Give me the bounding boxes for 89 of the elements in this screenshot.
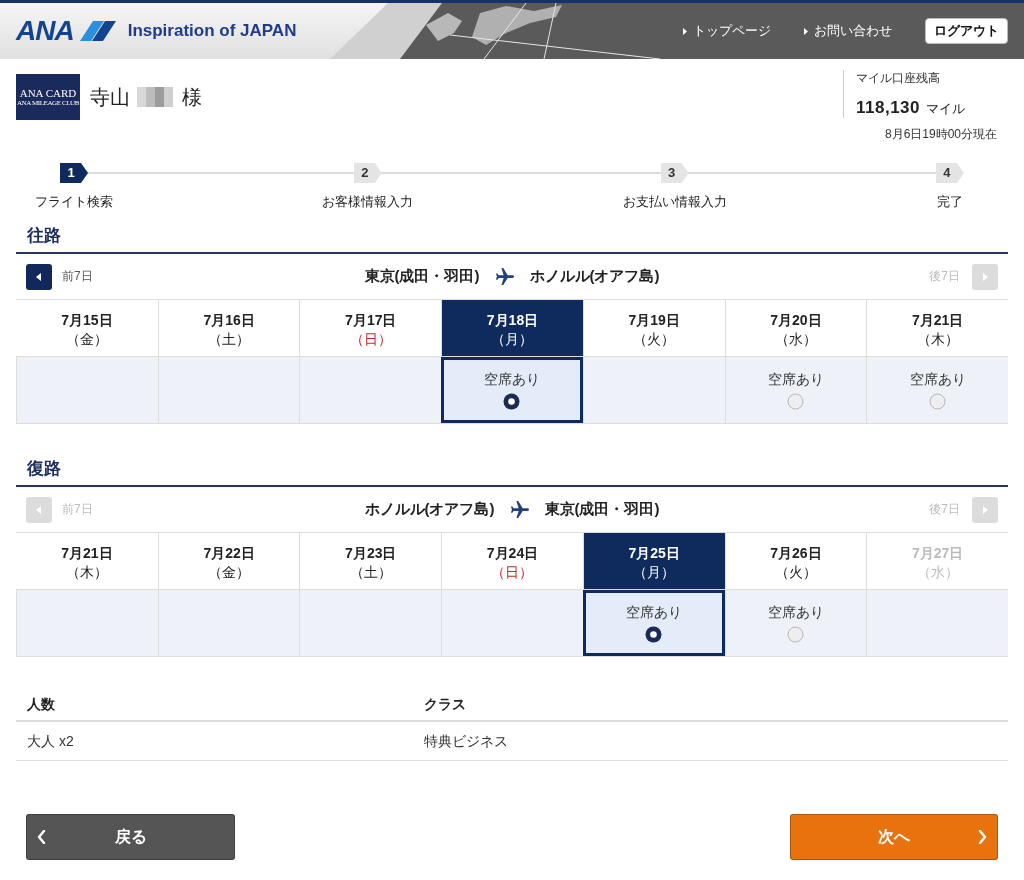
date-cell[interactable]: 7月26日 （火） (724, 533, 867, 590)
weekday-label: （火） (633, 330, 676, 349)
mile-unit: マイル (926, 100, 965, 118)
tagline: Inspiration of JAPAN (127, 21, 297, 41)
route-origin: ホノルル(オアフ島) (364, 500, 495, 519)
chevron-right-icon (978, 830, 987, 844)
date-cell[interactable]: 7月19日 （火） (582, 300, 725, 357)
date-cell[interactable]: 7月18日 （月） (441, 300, 583, 357)
customer-surname: 寺山 (90, 84, 130, 110)
weekday-label: （土） (208, 330, 251, 349)
date-cell[interactable]: 7月23日 （土） (299, 533, 442, 590)
balance-timestamp: 8月6日19時00分現在 (884, 126, 997, 142)
weekday-label: （木） (916, 330, 959, 349)
mile-balance: 118,130 (856, 98, 920, 118)
availability-label: 空席あり (767, 370, 824, 389)
step-label: フライト検索 (35, 194, 113, 210)
date-cell[interactable]: 7月21日 （木） (866, 300, 1008, 357)
step-number: 4 (936, 163, 964, 183)
availability-label: 空席あり (767, 603, 824, 622)
weekday-label: （木） (65, 563, 108, 582)
weekday-label: （水） (916, 563, 959, 582)
weekday-label: （月） (633, 563, 676, 582)
logout-button[interactable]: ログアウト (925, 18, 1008, 44)
weekday-label: （月） (491, 330, 534, 349)
route-origin: 東京(成田・羽田) (364, 267, 480, 286)
date-cell[interactable]: 7月24日 （日） (441, 533, 583, 590)
step-label: 完了 (937, 194, 963, 210)
date-cell[interactable]: 7月25日 （月） (582, 533, 725, 590)
triangle-icon (804, 27, 808, 35)
honorific: 様 (182, 84, 202, 110)
triangle-icon (683, 27, 687, 35)
weekday-label: （金） (65, 330, 108, 349)
airplane-icon (510, 500, 529, 519)
redacted-block (137, 87, 173, 107)
radio-button[interactable] (503, 393, 521, 410)
date-label: 7月20日 (770, 311, 822, 330)
column-header: 人数 (27, 695, 55, 714)
date-label: 7月19日 (628, 311, 680, 330)
date-label: 7月21日 (911, 311, 964, 330)
date-label: 7月23日 (345, 544, 397, 563)
card-logo-title: ANA CARD (19, 87, 77, 99)
date-cell[interactable]: 7月22日 （金） (157, 533, 300, 590)
availability-label: 空席あり (909, 370, 966, 389)
section-title: 往路 (27, 226, 61, 245)
weekday-label: （日） (349, 330, 392, 349)
nav-link[interactable]: お問い合わせ (804, 22, 892, 40)
step-number: 2 (353, 163, 382, 183)
date-label: 7月24日 (486, 544, 539, 563)
step-label: お客様情報入力 (322, 194, 414, 210)
previous-week-button[interactable]: 前7日 (26, 263, 93, 290)
table-cell-text: 特典ビジネス (424, 732, 508, 751)
step-label: お支払い情報入力 (622, 194, 727, 210)
weekday-label: （火） (774, 563, 817, 582)
availability-label: 空席あり (484, 370, 540, 389)
section-title: 復路 (27, 459, 61, 478)
radio-button[interactable] (645, 626, 663, 643)
balance-label: マイル口座残高 (856, 70, 940, 86)
date-cell[interactable]: 7月17日 （日） (299, 300, 442, 357)
weekday-label: （水） (774, 330, 817, 349)
step-number: 1 (60, 163, 88, 183)
date-cell[interactable]: 7月16日 （土） (157, 300, 300, 357)
date-label: 7月26日 (770, 544, 822, 563)
radio-button[interactable] (787, 393, 805, 410)
back-button[interactable]: 戻る (26, 814, 235, 860)
date-label: 7月18日 (486, 311, 539, 330)
step-number: 3 (660, 163, 689, 183)
weekday-label: （日） (491, 563, 534, 582)
radio-button[interactable] (929, 393, 947, 410)
availability-label: 空席あり (625, 603, 682, 622)
date-cell[interactable]: 7月20日 （水） (724, 300, 867, 357)
column-header: クラス (424, 695, 466, 714)
date-label: 7月22日 (203, 544, 255, 563)
table-cell-text: 大人 x2 (27, 732, 74, 751)
weekday-label: （土） (349, 563, 392, 582)
date-label: 7月17日 (345, 311, 397, 330)
logo-stripes-icon (79, 21, 116, 41)
date-label: 7月15日 (61, 311, 113, 330)
date-label: 7月16日 (203, 311, 255, 330)
route-destination: ホノルル(オアフ島) (529, 267, 660, 286)
date-label: 7月25日 (628, 544, 680, 563)
route-destination: 東京(成田・羽田) (544, 500, 660, 519)
date-label: 7月21日 (61, 544, 113, 563)
radio-button[interactable] (787, 626, 805, 643)
logo-text: ANA (16, 16, 74, 46)
chevron-left-icon (37, 830, 46, 844)
date-label: 7月27日 (911, 544, 964, 563)
nav-link[interactable]: トップページ (683, 22, 771, 40)
weekday-label: （金） (208, 563, 251, 582)
airplane-icon (495, 267, 514, 286)
